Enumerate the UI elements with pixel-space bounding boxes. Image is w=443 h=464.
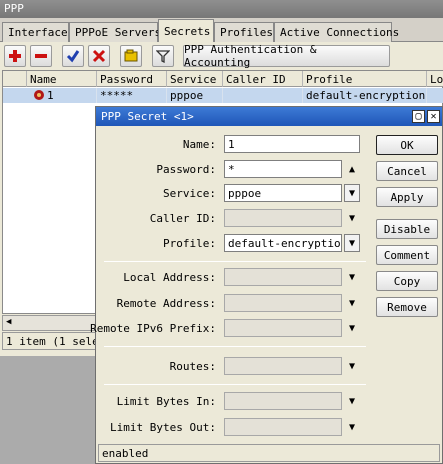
dialog-title: PPP Secret <1> — [96, 107, 442, 126]
dialog-status: enabled — [98, 444, 440, 462]
local-address-label: Local Address: — [123, 271, 216, 284]
enable-button[interactable] — [62, 45, 84, 67]
separator — [104, 346, 366, 347]
column-header-caller-id[interactable]: Caller ID — [223, 71, 303, 87]
profile-label: Profile: — [163, 237, 216, 250]
name-field[interactable]: 1 — [224, 135, 360, 153]
remote-ipv6-prefix-label: Remote IPv6 Prefix: — [90, 322, 216, 335]
column-header-password[interactable]: Password — [97, 71, 167, 87]
remote-address-field[interactable] — [224, 294, 342, 312]
tab-profiles[interactable]: Profiles — [214, 22, 274, 42]
column-header-service[interactable]: Service — [167, 71, 223, 87]
tab-active-connections[interactable]: Active Connections — [274, 22, 399, 42]
item-count-status: 1 item (1 selec — [2, 332, 98, 350]
comment-button[interactable]: Comment — [376, 245, 438, 265]
password-field[interactable]: * — [224, 160, 342, 178]
tab-bar: Interface PPPoE Servers Secrets Profiles… — [0, 18, 443, 43]
limit-bytes-in-field[interactable] — [224, 392, 342, 410]
scroll-left-arrow-icon[interactable]: ◀ — [6, 317, 11, 327]
cell-password: ***** — [97, 88, 167, 103]
caller-id-label: Caller ID: — [149, 212, 216, 225]
horizontal-scrollbar[interactable]: ◀ — [2, 315, 97, 331]
remove-button[interactable] — [30, 45, 52, 67]
local-address-field[interactable] — [224, 268, 342, 286]
password-label: Password: — [156, 163, 216, 176]
tab-pppoe-servers[interactable]: PPPoE Servers — [69, 22, 161, 42]
triangle-down-icon[interactable]: ▼ — [344, 392, 360, 410]
remote-address-label: Remote Address: — [116, 297, 216, 310]
cell-service: pppoe — [167, 88, 223, 103]
apply-button[interactable]: Apply — [376, 187, 438, 207]
comment-button[interactable] — [120, 45, 142, 67]
ok-button[interactable]: OK — [376, 135, 438, 155]
note-icon — [124, 49, 138, 62]
column-header-profile[interactable]: Profile — [303, 71, 427, 87]
caller-id-field[interactable] — [224, 209, 342, 227]
tab-interface[interactable]: Interface — [2, 22, 69, 42]
remote-ipv6-prefix-field[interactable] — [224, 319, 342, 337]
toolbar: PPP Authentication & Accounting — [0, 42, 443, 70]
close-icon[interactable]: ✕ — [427, 110, 440, 123]
ppp-auth-accounting-button[interactable]: PPP Authentication & Accounting — [183, 43, 390, 69]
secret-icon — [34, 90, 44, 100]
maximize-icon[interactable]: ▢ — [412, 110, 425, 123]
disable-button[interactable] — [88, 45, 110, 67]
service-select[interactable]: pppoe — [224, 184, 342, 202]
triangle-down-icon[interactable]: ▼ — [344, 209, 360, 227]
filter-button[interactable] — [152, 45, 174, 67]
service-dropdown-icon[interactable]: ▼ — [344, 184, 360, 202]
table-row[interactable]: 1 ***** pppoe default-encryption — [3, 88, 443, 103]
limit-bytes-in-label: Limit Bytes In: — [116, 395, 216, 408]
routes-field[interactable] — [224, 357, 342, 375]
profile-select[interactable]: default-encryption — [224, 234, 342, 252]
triangle-up-icon[interactable]: ▲ — [344, 160, 360, 178]
row-name: 1 — [47, 89, 54, 102]
x-icon — [92, 49, 106, 63]
column-header-blank — [3, 71, 27, 87]
tab-secrets[interactable]: Secrets — [158, 19, 214, 43]
triangle-down-icon[interactable]: ▼ — [344, 418, 360, 436]
service-label: Service: — [163, 187, 216, 200]
minus-icon — [35, 54, 47, 58]
remove-button[interactable]: Remove — [376, 297, 438, 317]
separator — [104, 384, 366, 385]
triangle-down-icon[interactable]: ▼ — [344, 319, 360, 337]
copy-button[interactable]: Copy — [376, 271, 438, 291]
triangle-down-icon[interactable]: ▼ — [344, 357, 360, 375]
disable-button[interactable]: Disable — [376, 219, 438, 239]
triangle-down-icon[interactable]: ▼ — [344, 268, 360, 286]
limit-bytes-out-field[interactable] — [224, 418, 342, 436]
ppp-secret-dialog: PPP Secret <1> ▢ ✕ Name: 1 Password: * ▲… — [90, 106, 443, 464]
table-header: Name Password Service Caller ID Profile … — [3, 71, 443, 87]
cell-name: 1 — [27, 88, 97, 103]
column-header-local-address[interactable]: Lo — [427, 71, 443, 87]
plus-icon — [9, 50, 21, 62]
limit-bytes-out-label: Limit Bytes Out: — [110, 421, 216, 434]
separator — [104, 261, 366, 262]
window-title: PPP — [0, 0, 443, 18]
filter-icon — [156, 50, 170, 63]
cancel-button[interactable]: Cancel — [376, 161, 438, 181]
routes-label: Routes: — [169, 360, 216, 373]
cell-caller-id — [223, 88, 303, 103]
profile-dropdown-icon[interactable]: ▼ — [344, 234, 360, 252]
name-label: Name: — [182, 138, 216, 151]
add-button[interactable] — [4, 45, 26, 67]
triangle-down-icon[interactable]: ▼ — [344, 294, 360, 312]
cell-profile: default-encryption — [303, 88, 427, 103]
check-icon — [66, 50, 80, 63]
column-header-name[interactable]: Name — [27, 71, 97, 87]
